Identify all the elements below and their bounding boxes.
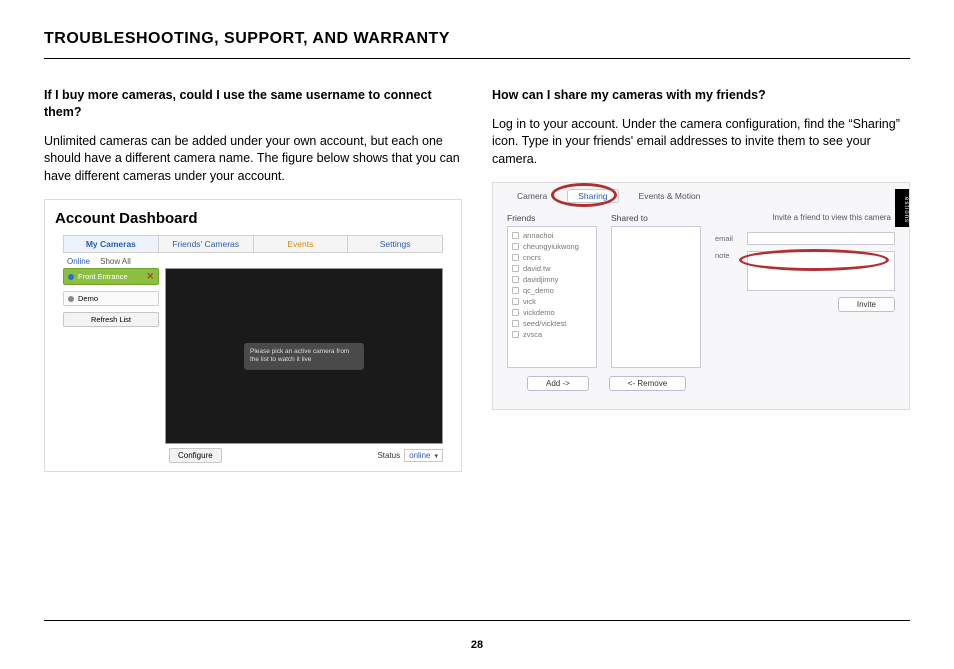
status-label: Status bbox=[377, 451, 400, 460]
friend-name: vickdemo bbox=[523, 308, 555, 317]
section-title: TROUBLESHOOTING, SUPPORT, AND WARRANTY bbox=[44, 30, 910, 48]
friend-name: david.tw bbox=[523, 264, 551, 273]
friends-listbox[interactable]: annachoi cheungyiukwong cncrs david.tw david… bbox=[507, 226, 597, 368]
faq-answer-right: Log in to your account. Under the camera… bbox=[492, 116, 910, 169]
friend-name: qc_demo bbox=[523, 286, 554, 295]
friends-list-item[interactable]: davidjimny bbox=[512, 274, 592, 285]
checkbox-icon[interactable] bbox=[512, 287, 519, 294]
remove-button[interactable]: <- Remove bbox=[609, 376, 686, 391]
dashboard-subtabs: Online Show All bbox=[67, 257, 453, 266]
sharing-screenshot: estions Camera Sharing Events & Motion F… bbox=[492, 182, 910, 410]
tab-events[interactable]: Events bbox=[254, 236, 349, 252]
shared-listbox[interactable] bbox=[611, 226, 701, 368]
video-overlay-message: Please pick an active camera from the li… bbox=[244, 343, 364, 369]
checkbox-icon[interactable] bbox=[512, 243, 519, 250]
side-tab[interactable]: estions bbox=[895, 189, 909, 227]
checkbox-icon[interactable] bbox=[512, 254, 519, 261]
refresh-list-button[interactable]: Refresh List bbox=[63, 312, 159, 327]
faq-question-left: If I buy more cameras, could I use the s… bbox=[44, 87, 462, 121]
friends-list-item[interactable]: seed/vicktest bbox=[512, 318, 592, 329]
checkbox-icon[interactable] bbox=[512, 331, 519, 338]
tab-settings[interactable]: Settings bbox=[348, 236, 442, 252]
friends-list-item[interactable]: vick bbox=[512, 296, 592, 307]
friends-list-item[interactable]: vickdemo bbox=[512, 307, 592, 318]
friends-list-item[interactable]: cncrs bbox=[512, 252, 592, 263]
left-column: If I buy more cameras, could I use the s… bbox=[44, 87, 462, 472]
tab-events-motion[interactable]: Events & Motion bbox=[633, 189, 707, 203]
tab-friends-cameras[interactable]: Friends' Cameras bbox=[159, 236, 254, 252]
status-dot-icon bbox=[68, 274, 74, 280]
invite-header: Invite a friend to view this camera bbox=[715, 213, 895, 222]
tab-sharing[interactable]: Sharing bbox=[567, 189, 618, 203]
dashboard-title: Account Dashboard bbox=[55, 210, 453, 227]
friends-column: Friends annachoi cheungyiukwong cncrs david… bbox=[507, 213, 597, 368]
faq-answer-left: Unlimited cameras can be added under you… bbox=[44, 133, 462, 186]
camera-item-selected[interactable]: Front Entrance ✕ bbox=[63, 268, 159, 285]
dashboard-tabs: My Cameras Friends' Cameras Events Setti… bbox=[63, 235, 443, 253]
add-button[interactable]: Add -> bbox=[527, 376, 589, 391]
remove-camera-icon[interactable]: ✕ bbox=[146, 271, 154, 282]
right-column: How can I share my cameras with my frien… bbox=[492, 87, 910, 472]
friends-list-item[interactable]: cheungyiukwong bbox=[512, 241, 592, 252]
note-label: note bbox=[715, 251, 741, 260]
divider-bottom bbox=[44, 620, 910, 621]
invite-button[interactable]: Invite bbox=[838, 297, 895, 312]
chevron-down-icon: ▾ bbox=[434, 452, 438, 460]
friend-name: cncrs bbox=[523, 253, 541, 262]
status-dot-icon bbox=[68, 296, 74, 302]
checkbox-icon[interactable] bbox=[512, 309, 519, 316]
friends-list-item[interactable]: david.tw bbox=[512, 263, 592, 274]
dashboard-screenshot: Account Dashboard My Cameras Friends' Ca… bbox=[44, 199, 462, 472]
tab-camera[interactable]: Camera bbox=[511, 189, 553, 203]
video-preview: Please pick an active camera from the li… bbox=[165, 268, 443, 444]
camera-list-panel: Front Entrance ✕ Demo Refresh List bbox=[63, 268, 159, 444]
camera-name-demo: Demo bbox=[78, 294, 98, 303]
tab-my-cameras[interactable]: My Cameras bbox=[64, 236, 159, 252]
note-field[interactable] bbox=[747, 251, 895, 291]
friend-name: seed/vicktest bbox=[523, 319, 566, 328]
checkbox-icon[interactable] bbox=[512, 276, 519, 283]
checkbox-icon[interactable] bbox=[512, 232, 519, 239]
friend-name: zvsca bbox=[523, 330, 542, 339]
friends-list-item[interactable]: zvsca bbox=[512, 329, 592, 340]
status-area: Status online ▾ bbox=[377, 449, 443, 462]
email-label: email bbox=[715, 234, 741, 243]
content-columns: If I buy more cameras, could I use the s… bbox=[44, 87, 910, 472]
divider-top bbox=[44, 58, 910, 59]
checkbox-icon[interactable] bbox=[512, 265, 519, 272]
checkbox-icon[interactable] bbox=[512, 298, 519, 305]
email-field[interactable] bbox=[747, 232, 895, 245]
friend-name: annachoi bbox=[523, 231, 553, 240]
friends-label: Friends bbox=[507, 213, 597, 223]
status-value: online bbox=[409, 451, 430, 460]
move-buttons-row: Add -> <- Remove bbox=[527, 376, 909, 391]
subtab-show-all[interactable]: Show All bbox=[100, 257, 131, 266]
page-number: 28 bbox=[0, 639, 954, 651]
shared-label: Shared to bbox=[611, 213, 701, 223]
dashboard-footer: Configure Status online ▾ bbox=[169, 448, 443, 463]
subtab-online[interactable]: Online bbox=[67, 257, 90, 266]
configure-button[interactable]: Configure bbox=[169, 448, 222, 463]
friend-name: davidjimny bbox=[523, 275, 558, 284]
sharing-columns: Friends annachoi cheungyiukwong cncrs david… bbox=[493, 213, 909, 368]
shared-column: Shared to bbox=[611, 213, 701, 368]
invite-panel: Invite a friend to view this camera emai… bbox=[715, 213, 895, 368]
friend-name: cheungyiukwong bbox=[523, 242, 579, 251]
faq-question-right: How can I share my cameras with my frien… bbox=[492, 87, 910, 104]
friends-list-item[interactable]: annachoi bbox=[512, 230, 592, 241]
dashboard-body: Front Entrance ✕ Demo Refresh List Pleas… bbox=[63, 268, 443, 444]
checkbox-icon[interactable] bbox=[512, 320, 519, 327]
friends-list-item[interactable]: qc_demo bbox=[512, 285, 592, 296]
friend-name: vick bbox=[523, 297, 536, 306]
camera-item-demo[interactable]: Demo bbox=[63, 291, 159, 306]
sharing-tabs-row: Camera Sharing Events & Motion bbox=[511, 189, 909, 203]
camera-name-selected: Front Entrance bbox=[78, 272, 128, 281]
status-select[interactable]: online ▾ bbox=[404, 449, 443, 462]
